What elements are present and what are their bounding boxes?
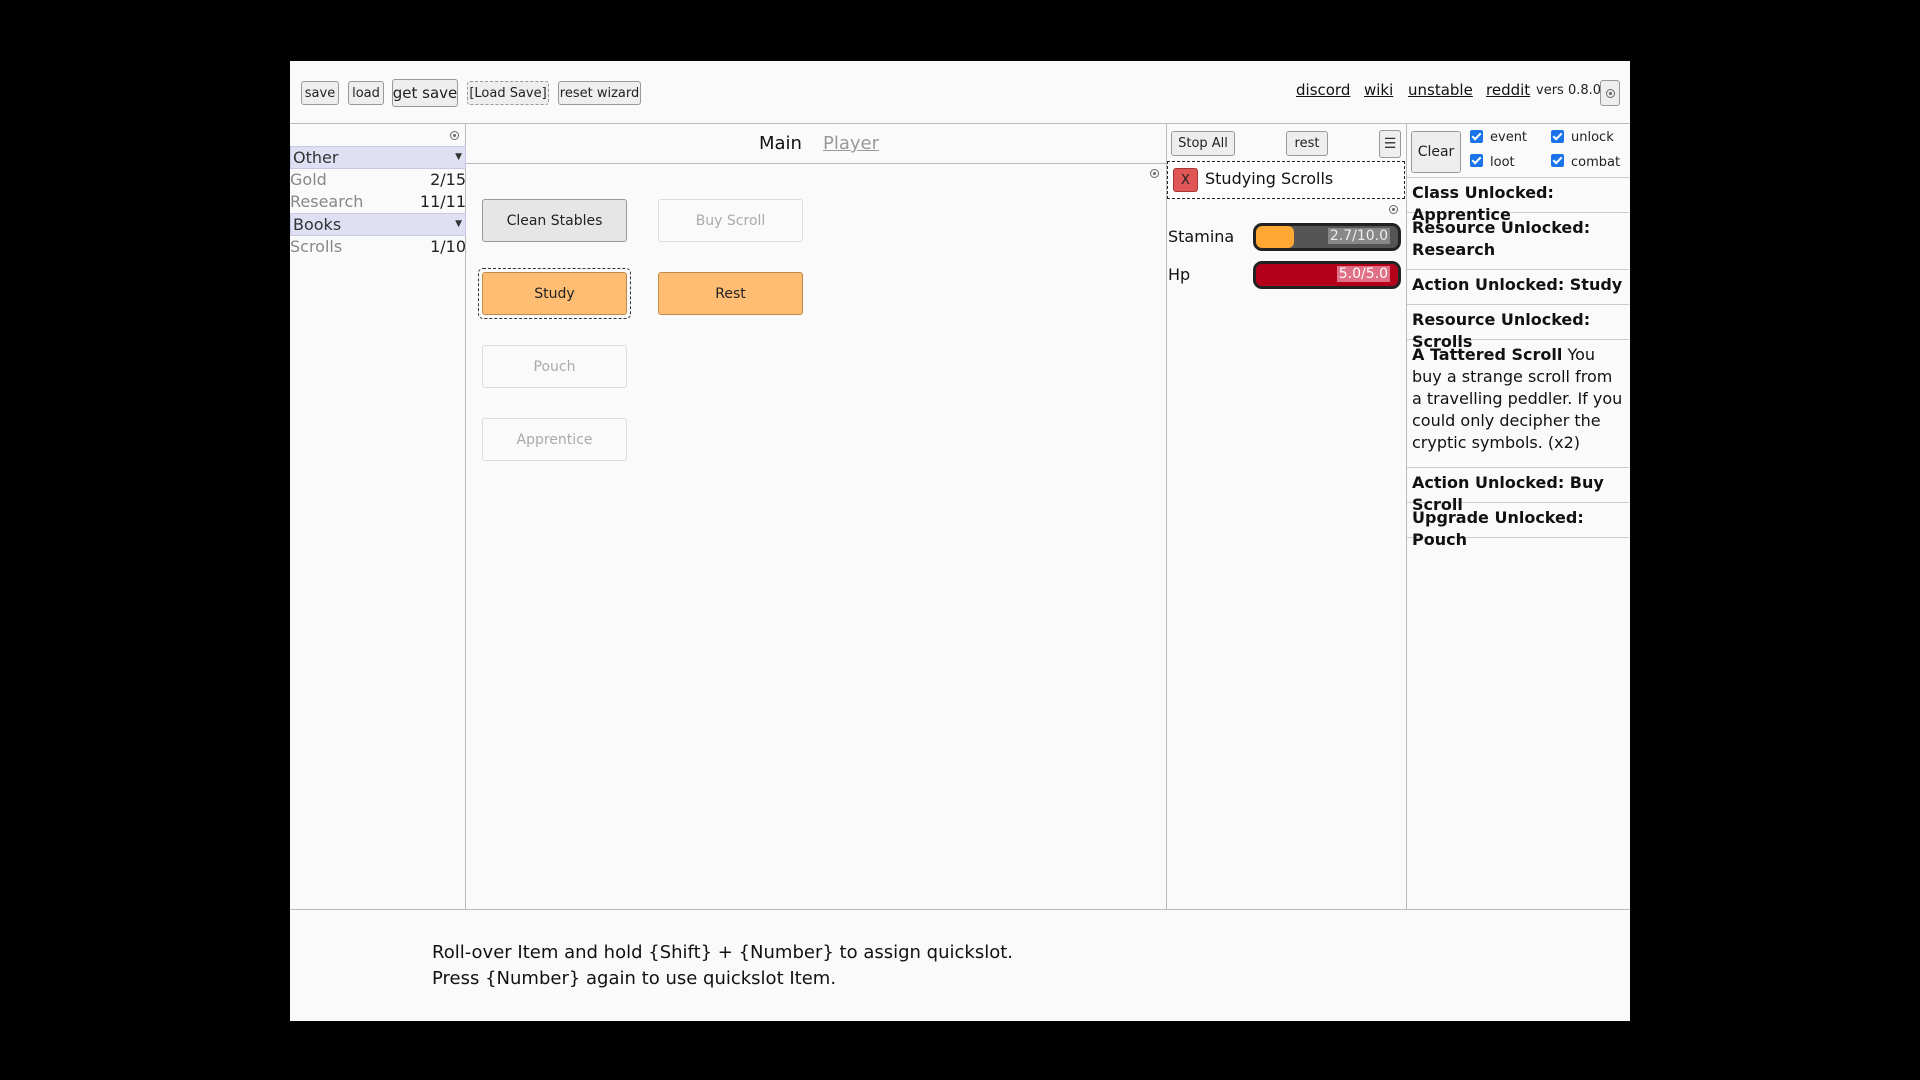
resource-name: Research [290, 192, 364, 211]
caret-down-icon: ▼ [455, 152, 462, 162]
log-entry: A Tattered Scroll You buy a strange scro… [1407, 340, 1629, 468]
resources-panel: Other ▼ Gold 2/15 Research 11/11 Books ▼… [290, 127, 466, 827]
quickslot-help-line: Press {Number} again to use quickslot It… [432, 968, 837, 989]
load-button[interactable]: load [348, 81, 384, 105]
settings-button[interactable] [1600, 80, 1620, 106]
combat-checkbox[interactable] [1551, 154, 1564, 167]
resource-group-label: Books [293, 215, 342, 234]
resource-group-other[interactable]: Other ▼ [290, 146, 466, 169]
resource-value: 2/15 [430, 170, 466, 189]
reddit-link[interactable]: reddit [1486, 81, 1530, 99]
menu-icon: ☰ [1383, 136, 1397, 152]
version-label: vers 0.8.0 [1536, 83, 1602, 98]
quickslot-help: Roll-over Item and hold {Shift} + {Numbe… [432, 940, 1013, 992]
actions-gear-icon[interactable] [1150, 169, 1159, 178]
load-save-button[interactable]: [Load Save] [467, 81, 549, 105]
running-gear-icon[interactable] [1389, 205, 1398, 214]
reset-wizard-button[interactable]: reset wizard [558, 81, 641, 105]
quickslot-help-line: Roll-over Item and hold {Shift} + {Numbe… [432, 942, 1013, 963]
unlock-checkbox[interactable] [1551, 130, 1564, 143]
clear-log-button[interactable]: Clear [1411, 131, 1461, 173]
cancel-task-button[interactable]: X [1173, 168, 1198, 192]
footer-divider [290, 909, 1630, 910]
log-entry-title: A Tattered Scroll [1412, 345, 1563, 364]
center-divider [1166, 123, 1167, 910]
hp-bar: 5.0/5.0 [1253, 261, 1401, 289]
log-entry: Class Unlocked: Apprentice [1407, 178, 1629, 224]
unlock-filter-label: unlock [1571, 130, 1614, 145]
log-entry: Upgrade Unlocked: Pouch [1407, 503, 1629, 549]
rest-toggle-button[interactable]: rest [1286, 131, 1328, 156]
save-button[interactable]: save [301, 81, 339, 105]
menu-button[interactable]: ☰ [1379, 130, 1401, 158]
event-checkbox[interactable] [1470, 130, 1483, 143]
log-entry-title: Action Unlocked: Study [1412, 275, 1623, 294]
running-task: X Studying Scrolls [1167, 161, 1405, 199]
stamina-label: Stamina [1168, 227, 1235, 246]
loot-filter-label: loot [1490, 155, 1515, 170]
study-button[interactable]: Study [482, 272, 627, 315]
log-entry: Resource Unlocked: Research [1407, 213, 1629, 270]
combat-filter-label: combat [1571, 155, 1621, 170]
gear-icon [1606, 89, 1615, 98]
log-entry: Resource Unlocked: Scrolls [1407, 305, 1629, 351]
discord-link[interactable]: discord [1296, 81, 1350, 99]
apprentice-button[interactable]: Apprentice [482, 418, 627, 461]
log-entry: Action Unlocked: Buy Scroll [1407, 468, 1629, 514]
clean-stables-button[interactable]: Clean Stables [482, 199, 627, 242]
stamina-bar-fill [1256, 226, 1295, 248]
log-entry-title: Resource Unlocked: Research [1412, 218, 1591, 259]
stamina-bar: 2.7/10.0 [1253, 223, 1401, 251]
stamina-value: 2.7/10.0 [1327, 228, 1390, 244]
log-entry-title: Upgrade Unlocked: Pouch [1412, 508, 1584, 549]
tabs-divider [466, 163, 1166, 164]
stop-all-button[interactable]: Stop All [1171, 131, 1235, 156]
log-list: Class Unlocked: Apprentice Resource Unlo… [1407, 178, 1629, 598]
wiki-link[interactable]: wiki [1364, 81, 1393, 99]
buy-scroll-button[interactable]: Buy Scroll [658, 199, 803, 242]
caret-down-icon: ▼ [455, 219, 462, 229]
resources-gear-icon[interactable] [450, 131, 459, 140]
loot-checkbox[interactable] [1470, 154, 1483, 167]
resource-value: 1/10 [430, 237, 466, 256]
tab-player[interactable]: Player [823, 133, 879, 154]
unstable-link[interactable]: unstable [1408, 81, 1473, 99]
pouch-button[interactable]: Pouch [482, 345, 627, 388]
hp-value: 5.0/5.0 [1336, 266, 1390, 282]
resource-row-research: Research 11/11 [290, 191, 466, 213]
resource-row-scrolls: Scrolls 1/10 [290, 236, 466, 258]
resource-row-gold: Gold 2/15 [290, 169, 466, 191]
resource-value: 11/11 [419, 192, 466, 211]
log-entry: Action Unlocked: Study [1407, 270, 1629, 305]
resource-name: Gold [290, 170, 327, 189]
resource-name: Scrolls [290, 237, 343, 256]
game-window: save load get save [Load Save] reset wiz… [290, 61, 1630, 1021]
get-save-button[interactable]: get save [392, 79, 458, 107]
current-task-label: Studying Scrolls [1205, 169, 1334, 188]
tab-main[interactable]: Main [759, 133, 802, 154]
event-filter-label: event [1490, 130, 1528, 145]
hp-label: Hp [1168, 265, 1191, 284]
resource-group-books[interactable]: Books ▼ [290, 213, 466, 236]
resource-group-label: Other [293, 148, 339, 167]
toolbar-divider [290, 123, 1630, 124]
rest-button[interactable]: Rest [658, 272, 803, 315]
